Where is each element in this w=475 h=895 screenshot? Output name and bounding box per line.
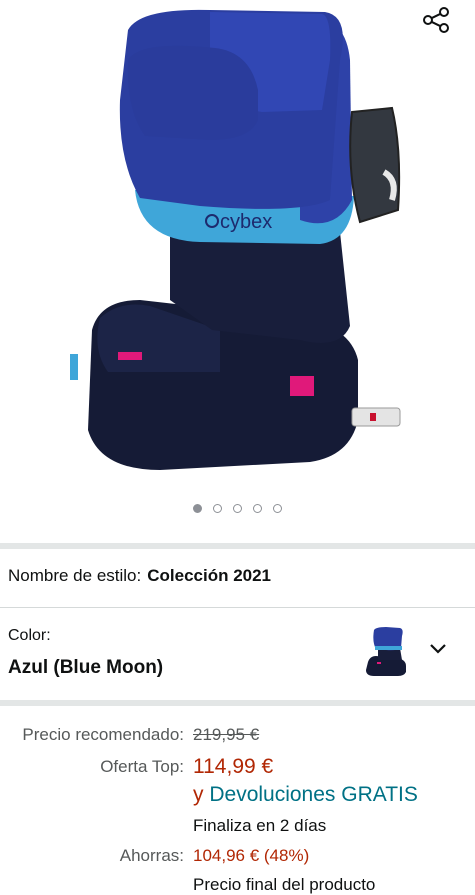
carousel-dot[interactable] [213, 504, 222, 513]
seat-logo: cybex [220, 211, 272, 233]
color-selector[interactable]: Color: Azul (Blue Moon) [0, 608, 475, 700]
savings-label: Ahorras: [119, 846, 184, 865]
color-label: Color: [8, 627, 51, 644]
carousel-dot[interactable] [193, 504, 202, 513]
final-price-note: Precio final del producto [193, 875, 376, 894]
color-value: Azul (Blue Moon) [8, 657, 164, 678]
offer-ends-text: Finaliza en 2 días [193, 816, 327, 835]
style-name-value: Colección 2021 [147, 566, 272, 585]
section-divider [0, 543, 475, 549]
recommended-price-label: Precio recomendado: [22, 725, 184, 744]
share-icon[interactable] [420, 4, 452, 36]
carousel-dot[interactable] [233, 504, 242, 513]
carousel-dot[interactable] [253, 504, 262, 513]
image-carousel-dots [0, 504, 475, 513]
carousel-dot[interactable] [273, 504, 282, 513]
offer-label: Oferta Top: [100, 757, 184, 776]
recommended-price-value: 219,95 € [193, 725, 260, 744]
offer-price-value: 114,99 € [193, 755, 274, 778]
returns-text: Devoluciones GRATIS [209, 783, 418, 806]
returns-prefix: y [193, 783, 204, 806]
product-image-gallery[interactable]: cybex [0, 0, 475, 540]
style-name-label: Nombre de estilo: [8, 566, 142, 585]
style-name-row: Nombre de estilo: Colección 2021 [8, 566, 271, 586]
chevron-down-icon[interactable] [428, 642, 448, 656]
product-image[interactable]: cybex [40, 0, 420, 480]
color-swatch-thumbnail[interactable] [362, 626, 410, 678]
section-divider [0, 700, 475, 706]
free-returns-link[interactable]: y Devoluciones GRATIS [193, 783, 418, 807]
savings-value: 104,96 € (48%) [193, 846, 310, 865]
